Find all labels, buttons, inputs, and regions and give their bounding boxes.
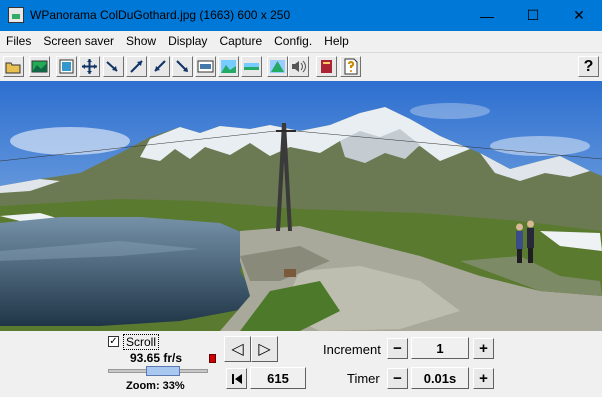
maximize-button[interactable]: ☐: [510, 0, 556, 31]
fit-window-icon: [59, 59, 74, 74]
level-icon: [270, 60, 285, 73]
increment-decrease-button[interactable]: −: [387, 338, 408, 359]
frame-button[interactable]: [195, 56, 216, 77]
minimize-icon: —: [480, 7, 494, 24]
timer-increase-button[interactable]: +: [473, 368, 494, 389]
close-icon: ✕: [573, 7, 585, 23]
frame-icon: [197, 60, 214, 73]
shrink-diagonal-icon: [154, 60, 166, 72]
sound-icon: [292, 60, 306, 73]
maximize-icon: ☐: [526, 7, 540, 23]
menu-bar: Files Screen saver Show Display Capture …: [0, 31, 602, 51]
image-button[interactable]: [29, 56, 50, 77]
shrink-diagonal-button[interactable]: [149, 56, 170, 77]
checkmark-icon: ✓: [109, 336, 118, 347]
triangle-right-icon: ▷: [258, 341, 271, 358]
close-button[interactable]: ✕: [556, 0, 602, 31]
expand-button[interactable]: [79, 56, 100, 77]
panorama-picture: [0, 81, 602, 331]
panorama-image[interactable]: [0, 81, 602, 331]
expand-down-button[interactable]: [172, 56, 193, 77]
help-document-icon: [344, 58, 358, 75]
position-field[interactable]: 615: [250, 367, 306, 389]
flat-landscape-button[interactable]: [241, 56, 262, 77]
timer-label: Timer: [347, 371, 380, 386]
help-document-button[interactable]: [340, 56, 361, 77]
go-start-button[interactable]: [226, 368, 247, 389]
expand-down-icon: [176, 60, 188, 72]
flat-landscape-icon: [244, 63, 259, 70]
zoom-slider-thumb[interactable]: [146, 366, 180, 376]
shrink-left-icon: [106, 61, 118, 72]
menu-show[interactable]: Show: [120, 34, 162, 48]
menu-files[interactable]: Files: [0, 34, 37, 48]
skip-to-start-icon: [231, 373, 242, 384]
app-icon[interactable]: [8, 7, 24, 23]
timer-decrease-button[interactable]: −: [387, 368, 408, 389]
timer-field[interactable]: 0.01s: [411, 367, 469, 389]
expand-diagonal-icon: [130, 60, 143, 73]
book-icon: [321, 60, 332, 73]
help-icon: ?: [583, 57, 594, 75]
minimize-button[interactable]: —: [464, 0, 510, 31]
expand-icon: [82, 59, 97, 74]
scroll-checkbox[interactable]: ✓: [108, 336, 119, 347]
capture-indicator-icon: [209, 354, 216, 363]
minus-icon: −: [393, 370, 402, 387]
shrink-left-button[interactable]: [103, 56, 124, 77]
level-button[interactable]: [267, 56, 288, 77]
increment-field[interactable]: 1: [411, 337, 469, 359]
plus-icon: +: [479, 340, 488, 357]
landscape-button[interactable]: [218, 56, 239, 77]
expand-diagonal-button[interactable]: [126, 56, 147, 77]
landscape-icon: [221, 60, 236, 73]
zoom-label: Zoom: 33%: [126, 380, 185, 392]
sound-button[interactable]: [288, 56, 309, 77]
menu-help[interactable]: Help: [318, 34, 355, 48]
fit-window-button[interactable]: [56, 56, 77, 77]
menu-screen-saver[interactable]: Screen saver: [37, 34, 120, 48]
scroll-label[interactable]: Scroll: [123, 334, 160, 350]
menu-capture[interactable]: Capture: [213, 34, 268, 48]
help-button[interactable]: ?: [578, 56, 599, 77]
open-folder-icon: [5, 62, 21, 74]
scroll-left-button[interactable]: ◁: [224, 336, 251, 362]
increment-increase-button[interactable]: +: [473, 338, 494, 359]
window-title: WPanorama ColDuGothard.jpg (1663) 600 x …: [30, 8, 291, 22]
frame-rate: 93.65 fr/s: [130, 351, 183, 365]
book-button[interactable]: [316, 56, 337, 77]
open-button[interactable]: [3, 56, 24, 77]
plus-icon: +: [479, 370, 488, 387]
triangle-left-icon: ◁: [231, 341, 244, 358]
menu-config[interactable]: Config.: [268, 34, 318, 48]
menu-display[interactable]: Display: [162, 34, 213, 48]
control-panel: ✓ Scroll 93.65 fr/s Zoom: 33% ◁ ▷ 615 In…: [0, 331, 602, 397]
minus-icon: −: [393, 340, 402, 357]
toolbar: ?: [0, 52, 602, 82]
image-icon: [31, 60, 48, 73]
increment-label: Increment: [323, 342, 381, 357]
scroll-right-button[interactable]: ▷: [251, 336, 278, 362]
title-bar: WPanorama ColDuGothard.jpg (1663) 600 x …: [0, 0, 602, 31]
